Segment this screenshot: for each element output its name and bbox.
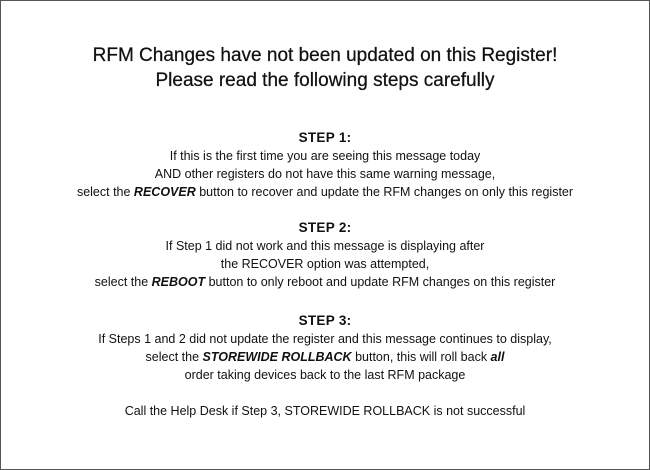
step-2-section: STEP 2: If Step 1 did not work and this … xyxy=(1,219,649,291)
step-3-line-2: select the STOREWIDE ROLLBACK button, th… xyxy=(1,348,649,366)
reboot-button-reference: REBOOT xyxy=(151,275,206,289)
warning-panel: RFM Changes have not been updated on thi… xyxy=(0,0,650,470)
step-1-line-3-pre: select the xyxy=(76,185,134,199)
step-3-title: STEP 3: xyxy=(298,313,352,328)
help-desk-note: Call the Help Desk if Step 3, STOREWIDE … xyxy=(124,404,526,418)
step-2-line-1: If Step 1 did not work and this message … xyxy=(165,239,485,253)
all-emphasis: all xyxy=(490,350,505,364)
step-3-line-2-pre: select the xyxy=(145,350,203,364)
warning-header: RFM Changes have not been updated on thi… xyxy=(1,43,649,93)
step-1-line-3-post: button to recover and update the RFM cha… xyxy=(195,185,574,199)
step-2-line-3: select the REBOOT button to only reboot … xyxy=(1,273,649,291)
step-2-line-3-pre: select the xyxy=(94,275,152,289)
step-1-title: STEP 1: xyxy=(298,130,352,145)
step-3-section: STEP 3: If Steps 1 and 2 did not update … xyxy=(1,312,649,384)
step-1-line-3: select the RECOVER button to recover and… xyxy=(1,183,649,201)
step-2-line-3-post: button to only reboot and update RFM cha… xyxy=(205,275,556,289)
warning-subtitle: Please read the following steps carefull… xyxy=(155,70,495,91)
step-3-line-3: order taking devices back to the last RF… xyxy=(184,368,466,382)
step-2-line-2: the RECOVER option was attempted, xyxy=(220,257,430,271)
step-1-line-2: AND other registers do not have this sam… xyxy=(154,167,496,181)
step-1-line-1: If this is the first time you are seeing… xyxy=(169,149,481,163)
storewide-rollback-button-reference: STOREWIDE ROLLBACK xyxy=(202,350,352,364)
warning-title: RFM Changes have not been updated on thi… xyxy=(92,45,558,66)
recover-button-reference: RECOVER xyxy=(133,185,196,199)
step-2-title: STEP 2: xyxy=(298,220,352,235)
step-3-line-2-mid: button, this will roll back xyxy=(351,350,491,364)
step-1-section: STEP 1: If this is the first time you ar… xyxy=(1,129,649,201)
step-3-line-1: If Steps 1 and 2 did not update the regi… xyxy=(98,332,552,346)
